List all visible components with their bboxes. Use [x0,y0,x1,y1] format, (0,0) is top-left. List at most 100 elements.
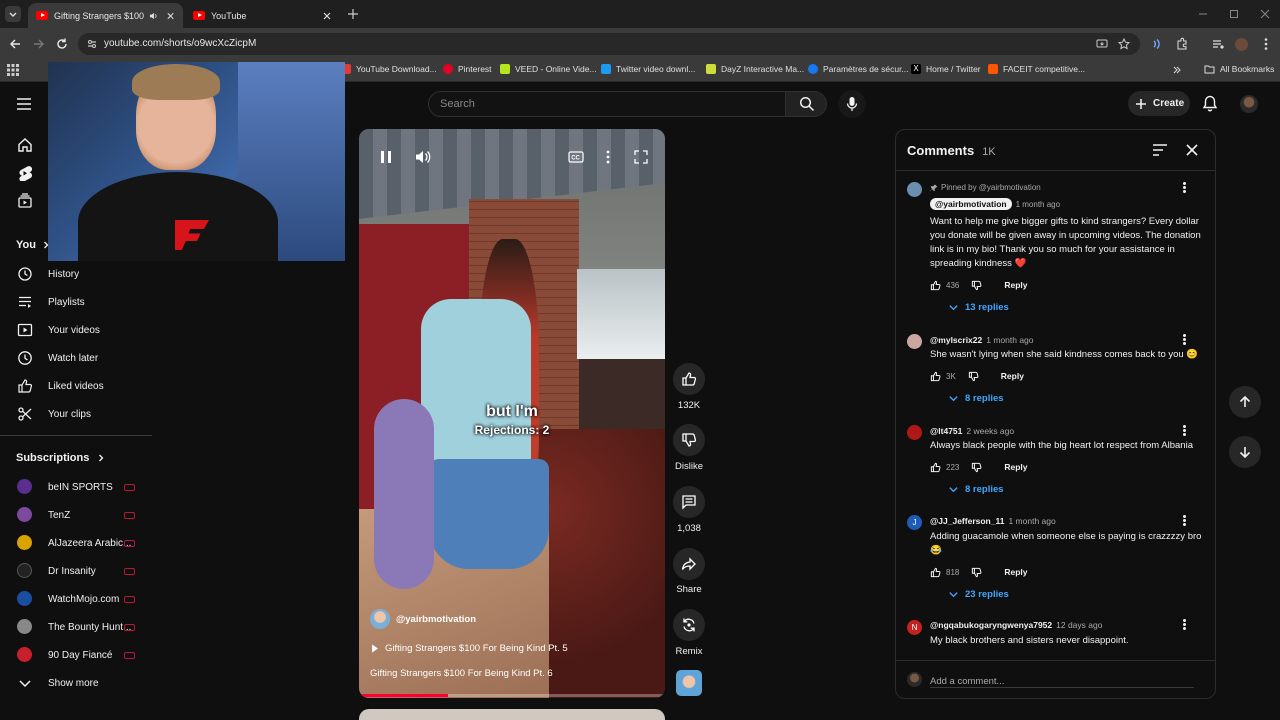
comment-avatar[interactable] [907,425,922,440]
subscriptions-icon[interactable] [17,193,33,209]
video-more-options-icon[interactable] [605,150,611,164]
comment-like-icon[interactable] [930,567,941,578]
search-box[interactable]: Search [428,91,786,117]
bookmark-veed[interactable]: VEED - Online Vide... [500,64,597,74]
tab-search-button[interactable] [5,6,21,22]
extension-audio-icon[interactable] [1150,37,1164,51]
next-short-preview[interactable] [359,709,665,720]
apps-grid-icon[interactable] [7,64,19,76]
channel-avatar[interactable] [370,609,390,629]
sidebar-item-history[interactable]: History [0,260,150,288]
address-bar[interactable]: youtube.com/shorts/o9wcXcZicpM [78,33,1140,55]
like-button[interactable] [673,363,705,395]
subscription-90-day-fiance[interactable]: 90 Day Fiancé [0,641,150,669]
share-button[interactable] [673,548,705,580]
install-app-icon[interactable] [1096,38,1108,50]
bookmark-twitter-video[interactable]: Twitter video downl... [601,64,695,74]
more-bookmarks-chevron-icon[interactable] [1172,65,1182,75]
dislike-button[interactable] [673,424,705,456]
subscription-dr-insanity[interactable]: Dr Insanity [0,557,150,585]
comment-author[interactable]: @ngqabukogaryngwenya7952 [930,620,1052,630]
view-replies-button[interactable]: 23 replies [948,589,1009,600]
subscription-bounty-hunter[interactable]: The Bounty Hunt... [0,613,150,641]
comment-like-icon[interactable] [930,280,941,291]
channel-handle[interactable]: @yairbmotivation [396,614,476,625]
extensions-puzzle-icon[interactable] [1175,37,1189,51]
sort-comments-icon[interactable] [1152,143,1168,157]
comment-author[interactable]: @lt4751 [930,426,962,436]
subscription-watchmojo[interactable]: WatchMojo.com [0,585,150,613]
fullscreen-icon[interactable] [634,150,648,164]
volume-icon[interactable] [415,149,431,165]
search-button[interactable] [786,91,827,117]
sidebar-item-your-clips[interactable]: Your clips [0,400,150,428]
reply-button[interactable]: Reply [1004,567,1027,577]
subscription-aljazeera[interactable]: AlJazeera Arabic... [0,529,150,557]
comment-avatar[interactable]: N [907,620,922,635]
view-replies-button[interactable]: 8 replies [948,393,1004,404]
sidebar-item-playlists[interactable]: Playlists [0,288,150,316]
comment-dislike-icon[interactable] [971,462,982,473]
comments-button[interactable] [673,486,705,518]
reply-button[interactable]: Reply [1001,371,1024,381]
subscriptions-header[interactable]: Subscriptions [16,452,105,464]
bookmark-dayz-map[interactable]: DayZ Interactive Ma... [706,64,804,74]
previous-short-button[interactable] [1229,386,1261,418]
site-info-icon[interactable] [86,38,98,50]
comment-menu-icon[interactable] [1182,618,1186,632]
closed-captions-icon[interactable]: CC [568,150,584,164]
voice-search-button[interactable] [838,90,866,118]
comment-dislike-icon[interactable] [971,567,982,578]
media-controls-icon[interactable] [1211,37,1225,51]
comment-author[interactable]: @mylscrix22 [930,335,982,345]
channel-info[interactable]: @yairbmotivation [370,609,476,629]
bookmark-star-icon[interactable] [1118,38,1130,50]
add-comment-input[interactable]: Add a comment... [930,671,1194,688]
shorts-video-player[interactable]: but I'm Rejections: 2 CC @yairbmotivatio… [359,129,665,698]
comment-menu-icon[interactable] [1182,514,1186,528]
playlist-link[interactable]: Gifting Strangers $100 For Being Kind Pt… [371,643,568,654]
close-comments-icon[interactable] [1185,143,1199,157]
new-tab-icon[interactable] [347,8,359,20]
close-window-icon[interactable] [1260,9,1270,19]
show-more-button[interactable]: Show more [0,669,150,697]
speaker-icon[interactable] [149,11,158,21]
view-replies-button[interactable]: 8 replies [948,484,1004,495]
comment-author[interactable]: @JJ_Jefferson_11 [930,516,1004,526]
browser-menu-icon[interactable] [1263,37,1269,51]
reply-button[interactable]: Reply [1004,462,1027,472]
comment-like-icon[interactable] [930,462,941,473]
back-icon[interactable] [8,37,22,51]
browser-tab[interactable]: YouTube [185,3,340,28]
progress-track[interactable] [359,694,665,697]
home-icon[interactable] [17,137,33,153]
comment-avatar[interactable] [907,182,922,197]
bookmark-twitter-home[interactable]: X Home / Twitter [911,64,981,74]
account-avatar[interactable] [1240,95,1258,113]
bookmark-youtube-download[interactable]: YouTube Download... [341,64,437,74]
bookmark-pinterest[interactable]: Pinterest [443,64,492,74]
view-replies-button[interactable]: 13 replies [948,302,1009,313]
comment-menu-icon[interactable] [1182,424,1186,438]
all-bookmarks[interactable]: All Bookmarks [1204,64,1274,74]
notifications-bell-icon[interactable] [1202,95,1218,112]
pause-icon[interactable] [379,150,393,164]
comment-menu-icon[interactable] [1182,181,1186,195]
next-short-button[interactable] [1229,436,1261,468]
comment-dislike-icon[interactable] [968,371,979,382]
remix-button[interactable] [673,609,705,641]
comment-avatar[interactable] [907,334,922,349]
subscription-tenz[interactable]: TenZ [0,501,150,529]
shorts-icon[interactable] [17,165,33,181]
sidebar-item-your-videos[interactable]: Your videos [0,316,150,344]
subscription-bein-sports[interactable]: beIN SPORTS [0,473,150,501]
maximize-icon[interactable] [1229,9,1239,19]
comment-avatar[interactable]: J [907,515,922,530]
bookmark-facebook-security[interactable]: Paramètres de sécur... [808,64,909,74]
you-section-header[interactable]: You [16,239,50,251]
bookmark-faceit[interactable]: FACEIT competitive... [988,64,1085,74]
reload-icon[interactable] [55,37,69,51]
close-tab-icon[interactable] [322,11,332,21]
create-button[interactable]: Create [1128,91,1190,116]
profile-avatar[interactable] [1235,38,1248,51]
